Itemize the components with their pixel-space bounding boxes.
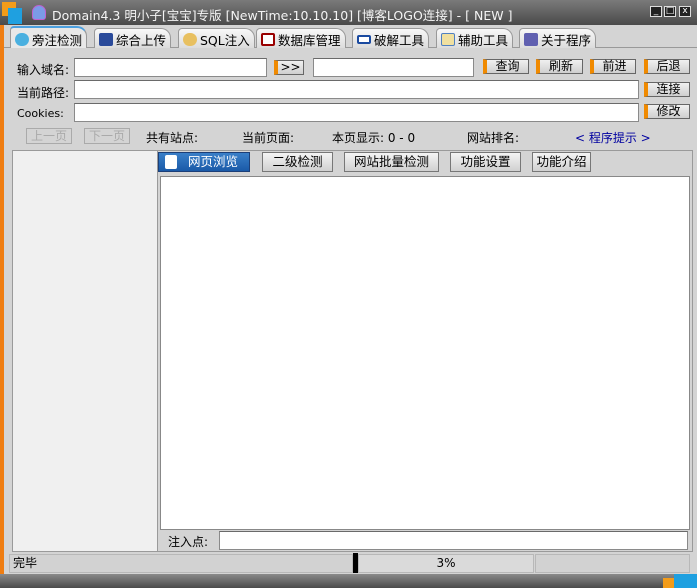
inject-label: 注入点: — [168, 535, 209, 549]
go-button[interactable]: >> — [274, 60, 304, 75]
bottom-border — [0, 574, 697, 588]
database-icon — [261, 33, 275, 46]
tab-about[interactable]: 关于程序 — [519, 28, 597, 48]
book-icon — [524, 33, 538, 46]
minimize-button[interactable]: _ — [650, 6, 662, 17]
query-button[interactable]: 查询 — [483, 59, 529, 74]
next-page-button[interactable]: 下一页 — [84, 128, 130, 144]
window-border — [0, 25, 4, 575]
back-button[interactable]: 后退 — [644, 59, 690, 74]
prev-page-button[interactable]: 上一页 — [26, 128, 72, 144]
status-extra — [535, 554, 690, 573]
batch-detect-tab[interactable]: 网站批量检测 — [344, 152, 439, 172]
close-button[interactable]: x — [679, 6, 691, 17]
magnifier-icon — [15, 32, 29, 46]
browse-tab[interactable]: 网页浏览 — [158, 152, 250, 172]
cookies-label: Cookies: — [17, 107, 64, 120]
domain-label: 输入域名: — [17, 63, 70, 77]
tab-tools[interactable]: 辅助工具 — [436, 28, 514, 48]
user-icon — [32, 5, 46, 20]
key-icon — [357, 35, 371, 44]
refresh-button[interactable]: 刷新 — [536, 59, 583, 74]
cookies-input[interactable] — [74, 103, 639, 122]
domain-input[interactable] — [74, 58, 267, 77]
app-logo — [2, 2, 30, 24]
program-hint-link[interactable]: < 程序提示 > — [575, 129, 651, 146]
page-display: 本页显示: 0 - 0 — [332, 131, 416, 145]
tab-bar: 旁注检测 综合上传 SQL注入 数据库管理 破解工具 辅助工具 关于程序 — [4, 25, 697, 48]
tab-side-detect[interactable]: 旁注检测 — [10, 26, 88, 48]
modify-button[interactable]: 修改 — [644, 104, 690, 119]
maximize-button[interactable]: □ — [664, 6, 676, 17]
tab-upload[interactable]: 综合上传 — [94, 28, 172, 48]
tab-database[interactable]: 数据库管理 — [256, 28, 346, 48]
progress-label: 3% — [358, 554, 534, 573]
ie-icon — [165, 155, 177, 169]
total-sites: 共有站点: — [146, 131, 199, 145]
site-list-panel[interactable] — [12, 150, 158, 552]
window-title: Domain4.3 明小子[宝宝]专版 [NewTime:10.10.10] [… — [52, 8, 513, 23]
title-bar: Domain4.3 明小子[宝宝]专版 [NewTime:10.10.10] [… — [0, 0, 697, 25]
clipboard-icon — [441, 33, 455, 46]
forward-button[interactable]: 前进 — [590, 59, 636, 74]
chart-icon — [99, 33, 113, 46]
browser-view[interactable] — [160, 176, 690, 530]
intro-tab[interactable]: 功能介绍 — [532, 152, 591, 172]
status-text: 完毕 — [9, 554, 353, 573]
settings-tab[interactable]: 功能设置 — [450, 152, 521, 172]
current-page: 当前页面: — [242, 131, 295, 145]
connect-button[interactable]: 连接 — [644, 82, 690, 97]
site-rank: 网站排名: — [467, 131, 520, 145]
second-input[interactable] — [313, 58, 474, 77]
tab-crack[interactable]: 破解工具 — [352, 28, 430, 48]
path-input[interactable] — [74, 80, 639, 99]
inject-input[interactable] — [219, 531, 688, 550]
path-label: 当前路径: — [17, 86, 70, 100]
tab-sql[interactable]: SQL注入 — [178, 28, 255, 48]
magnifier-icon — [183, 33, 197, 46]
second-detect-tab[interactable]: 二级检测 — [262, 152, 333, 172]
